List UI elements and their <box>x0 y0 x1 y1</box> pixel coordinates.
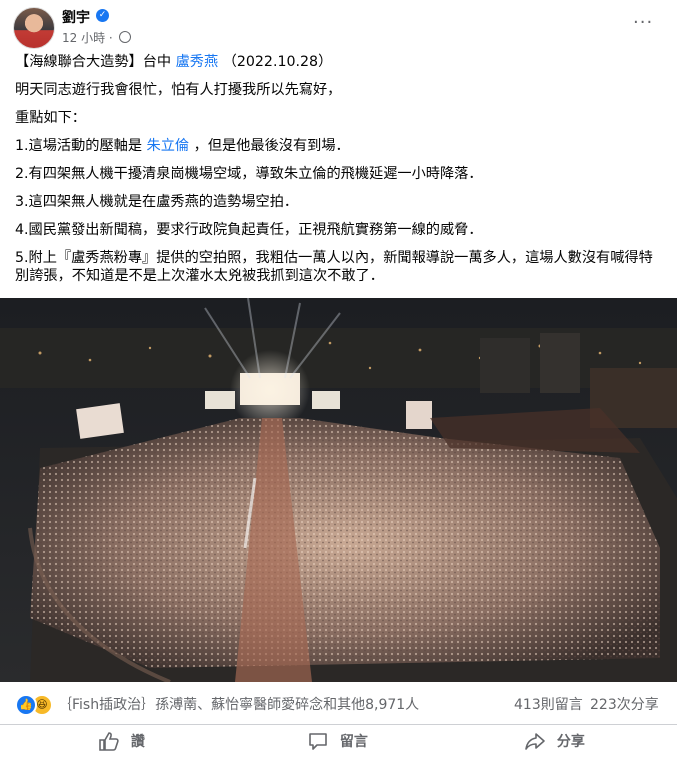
meta-separator: · <box>108 31 113 45</box>
author-avatar[interactable] <box>13 7 55 49</box>
post-header: 劉宇 ✓ 12 小時 · ··· <box>0 0 677 52</box>
post-item-1: 1.這場活動的壓軸是 朱立倫 ，但是他最後沒有到場． <box>15 137 665 155</box>
public-globe-icon[interactable] <box>118 31 131 43</box>
post-item-4: 4.國民黨發出新聞稿，要求行政院負起責任，正視飛航實務第一線的威脅． <box>15 222 483 238</box>
comment-bubble-icon <box>309 733 327 750</box>
post-timestamp[interactable]: 12 小時 <box>62 31 105 45</box>
post-line-title: 【海線聯合大造勢】台中 盧秀燕 （2022.10.28） <box>15 53 665 71</box>
reactions-bar: 👍 😆 ｛Fish插政治｝孫溥萳、蘇怡寧醫師愛碎念和其他8,971人 413則留… <box>0 682 677 725</box>
like-button[interactable]: 讚 <box>98 731 145 757</box>
comments-count[interactable]: 413則留言 <box>514 694 583 714</box>
author-name[interactable]: 劉宇 <box>62 7 90 27</box>
share-button[interactable]: 分享 <box>524 731 585 757</box>
like-reaction-icon[interactable]: 👍 <box>15 694 37 716</box>
verified-badge-icon: ✓ <box>96 9 109 22</box>
aerial-rally-photo <box>0 298 677 682</box>
post-item-2: 2.有四架無人機干擾清泉崗機場空域，導致朱立倫的飛機延遲一小時降落． <box>15 166 483 182</box>
share-arrow-icon <box>525 733 545 750</box>
tag-link-lu[interactable]: 盧秀燕 <box>176 54 219 70</box>
share-label: 分享 <box>556 734 585 750</box>
like-label: 讚 <box>130 734 145 750</box>
post-line-intro: 明天同志遊行我會很忙，怕有人打擾我所以先寫好， <box>15 82 342 98</box>
thumbs-up-icon <box>99 732 119 751</box>
title-date: （2022.10.28） <box>218 54 333 70</box>
more-options-button[interactable]: ··· <box>633 12 653 33</box>
post-meta: 12 小時 · <box>62 29 131 46</box>
comment-label: 留言 <box>339 734 368 750</box>
comment-button[interactable]: 留言 <box>307 731 368 757</box>
shares-count[interactable]: 223次分享 <box>590 694 659 714</box>
post-photo[interactable] <box>0 298 677 682</box>
post-body: 【海線聯合大造勢】台中 盧秀燕 （2022.10.28） 明天同志遊行我會很忙，… <box>15 53 665 295</box>
post-line-heading: 重點如下： <box>15 110 86 126</box>
item1-text-end: ，但是他最後沒有到場． <box>189 138 350 154</box>
post-actions: 讚 留言 分享 <box>0 725 677 763</box>
item1-text: 1.這場活動的壓軸是 <box>15 138 147 154</box>
title-text: 【海線聯合大造勢】台中 <box>15 54 176 70</box>
post-item-5: 5.附上『盧秀燕粉專』提供的空拍照，我粗估一萬人以內，新聞報導說一萬多人，這場人… <box>15 250 653 284</box>
reaction-names[interactable]: ｛Fish插政治｝孫溥萳、蘇怡寧醫師愛碎念和其他8,971人 <box>58 694 419 714</box>
post-item-3: 3.這四架無人機就是在盧秀燕的造勢場空拍． <box>15 194 299 210</box>
tag-link-chu[interactable]: 朱立倫 <box>147 138 190 154</box>
